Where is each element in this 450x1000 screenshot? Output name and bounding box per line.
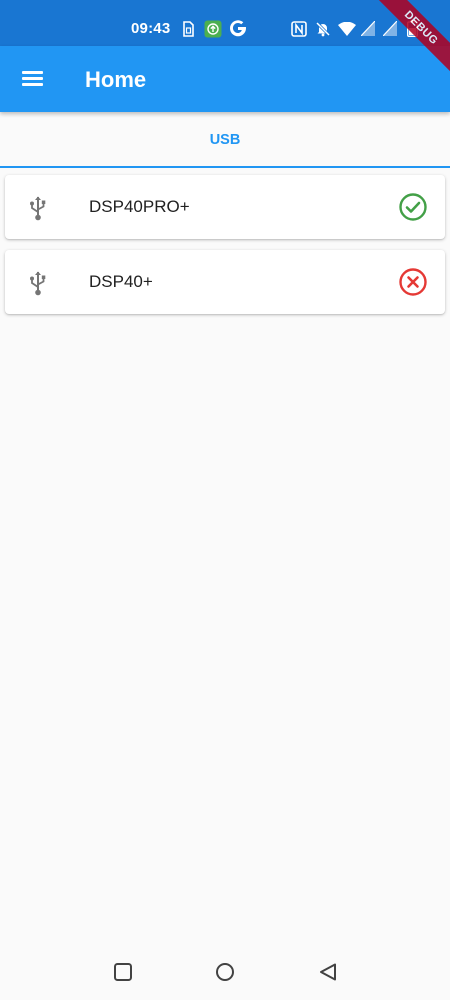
tab-usb[interactable]: USB	[0, 112, 450, 168]
system-nav-bar	[0, 948, 450, 1000]
usb-icon	[27, 195, 49, 226]
wifi-icon	[338, 22, 356, 36]
home-icon[interactable]	[215, 962, 235, 987]
cancel-circle-icon	[398, 267, 428, 302]
check-circle-icon	[398, 192, 428, 227]
nfc-icon	[291, 21, 307, 37]
app-bar: Home	[0, 46, 450, 112]
page-title: Home	[85, 67, 147, 92]
list-item[interactable]: DSP40+	[5, 250, 445, 314]
menu-icon[interactable]	[18, 65, 48, 93]
tab-bar: USB	[0, 112, 450, 168]
app-root: 09:43 DEBUG Home USB DSP40PRO+ DSP40+	[0, 0, 450, 1000]
device-name: DSP40+	[89, 272, 153, 291]
mute-icon	[315, 21, 331, 37]
back-icon[interactable]	[318, 962, 338, 987]
status-bar: 09:43	[0, 0, 450, 46]
sim-icon	[181, 21, 195, 37]
upload-app-icon	[204, 20, 222, 38]
signal-icon	[361, 21, 375, 36]
recents-icon[interactable]	[113, 962, 133, 987]
device-name: DSP40PRO+	[89, 197, 190, 216]
google-icon	[229, 19, 247, 37]
usb-icon	[27, 270, 49, 301]
signal-icon	[383, 21, 397, 36]
tab-indicator	[0, 166, 450, 168]
list-item[interactable]: DSP40PRO+	[5, 175, 445, 239]
status-time: 09:43	[131, 20, 171, 37]
